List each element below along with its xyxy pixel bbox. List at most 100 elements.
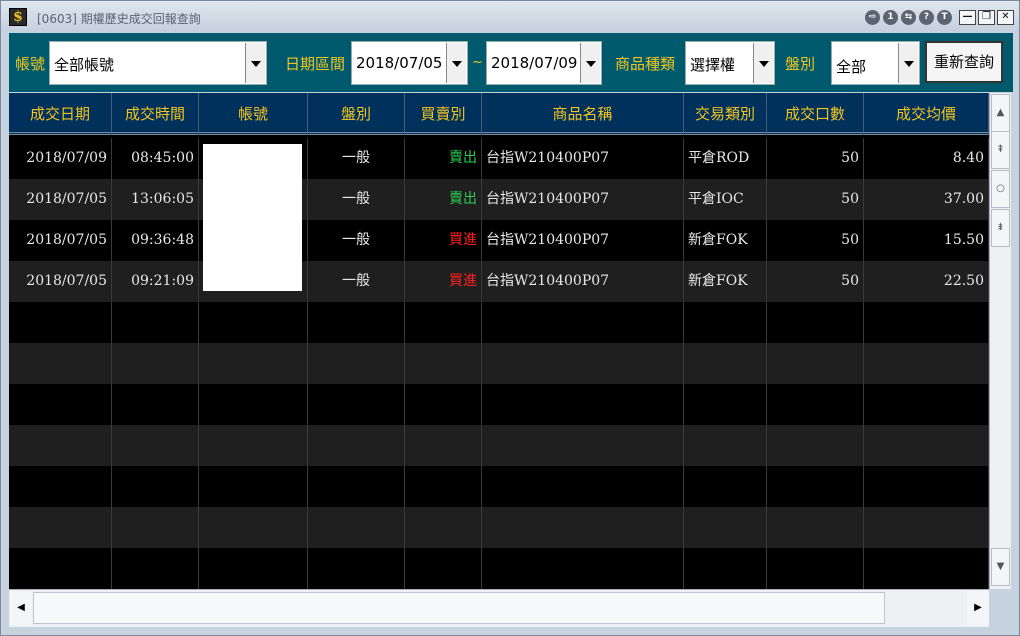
minimize-button[interactable]: — [959, 10, 976, 25]
cell-trade-time: 13:06:05 [112, 179, 199, 220]
restore-button[interactable]: ❐ [978, 10, 995, 25]
session-select[interactable]: 全部 [831, 41, 920, 85]
page-down-icon[interactable]: ⇟ [991, 209, 1010, 247]
cell-quantity: 50 [767, 179, 864, 220]
horizontal-scroll-thumb[interactable] [33, 592, 885, 624]
cell-trade-date: 2018/07/05 [9, 220, 112, 261]
cell-avg-price: 37.00 [864, 179, 989, 220]
cell-side: 買進 [405, 261, 482, 302]
account-select[interactable]: 全部帳號 [49, 41, 267, 85]
window-controls: — ❐ ✕ [959, 10, 1014, 25]
redacted-account-block [203, 144, 302, 291]
cell-quantity: 50 [767, 220, 864, 261]
session-label: 盤別 [785, 55, 816, 73]
cell-side: 賣出 [405, 138, 482, 179]
col-header-quantity[interactable]: 成交口數 [767, 93, 864, 135]
number-one-icon[interactable]: 1 [883, 10, 898, 25]
date-separator: ~ [472, 55, 483, 70]
horizontal-scrollbar[interactable]: ◀ ▶ [9, 589, 989, 627]
date-from-picker[interactable]: 2018/07/05 [351, 41, 468, 85]
col-header-side[interactable]: 買賣別 [405, 93, 482, 135]
table-row[interactable]: 2018/07/09 08:45:00 一般 賣出 台指W210400P07 平… [9, 138, 989, 179]
empty-row [9, 466, 989, 507]
cell-trade-type: 新倉FOK [684, 261, 767, 302]
text-icon[interactable]: T [937, 10, 952, 25]
date-range-label: 日期區間 [285, 55, 346, 73]
chevron-down-icon[interactable] [898, 43, 918, 83]
account-select-value: 全部帳號 [54, 56, 115, 74]
date-to-value: 2018/07/09 [491, 54, 578, 72]
scroll-right-icon[interactable]: ▶ [967, 591, 989, 625]
cell-avg-price: 22.50 [864, 261, 989, 302]
cell-product: 台指W210400P07 [482, 220, 684, 261]
session-value: 全部 [836, 58, 867, 76]
chevron-down-icon[interactable] [580, 43, 600, 83]
cell-trade-type: 平倉IOC [684, 179, 767, 220]
chevron-down-icon[interactable] [245, 43, 265, 83]
cell-side: 賣出 [405, 179, 482, 220]
cell-trade-time: 09:36:48 [112, 220, 199, 261]
cell-side: 買進 [405, 220, 482, 261]
help-icon[interactable]: ? [919, 10, 934, 25]
cell-product: 台指W210400P07 [482, 261, 684, 302]
account-label: 帳號 [15, 55, 46, 73]
product-type-value: 選擇權 [690, 56, 736, 74]
chevron-down-icon[interactable] [446, 43, 466, 83]
cell-trade-time: 09:21:09 [112, 261, 199, 302]
cell-trade-date: 2018/07/05 [9, 261, 112, 302]
close-button[interactable]: ✕ [997, 10, 1014, 25]
table-row[interactable]: 2018/07/05 09:21:09 一般 買進 台指W210400P07 新… [9, 261, 989, 302]
table-row[interactable]: 2018/07/05 09:36:48 一般 買進 台指W210400P07 新… [9, 220, 989, 261]
cell-trade-type: 新倉FOK [684, 220, 767, 261]
cell-session: 一般 [308, 179, 405, 220]
title-tools: ⇨ 1 ⇆ ? T [865, 10, 952, 26]
col-header-product[interactable]: 商品名稱 [482, 93, 684, 135]
cell-session: 一般 [308, 261, 405, 302]
empty-row [9, 548, 989, 589]
empty-row [9, 507, 989, 548]
requery-button[interactable]: 重新查詢 [925, 41, 1003, 83]
product-type-label: 商品種類 [615, 55, 676, 73]
vertical-scrollbar[interactable]: ▲ ⇞ ○ ⇟ ▼ [989, 93, 1011, 589]
cell-quantity: 50 [767, 261, 864, 302]
cell-trade-type: 平倉ROD [684, 138, 767, 179]
col-header-account[interactable]: 帳號 [199, 93, 308, 135]
date-to-picker[interactable]: 2018/07/09 [486, 41, 602, 85]
cell-session: 一般 [308, 220, 405, 261]
swap-icon[interactable]: ⇆ [901, 10, 916, 25]
grid-header: 成交日期 成交時間 帳號 盤別 買賣別 商品名稱 交易類別 成交口數 成交均價 [9, 93, 989, 135]
empty-row [9, 425, 989, 466]
window-title: [0603] 期權歷史成交回報查詢 [37, 12, 201, 26]
col-header-trade-time[interactable]: 成交時間 [112, 93, 199, 135]
col-header-session[interactable]: 盤別 [308, 93, 405, 135]
app-dollar-icon: $ [9, 8, 27, 26]
trade-history-grid: 成交日期 成交時間 帳號 盤別 買賣別 商品名稱 交易類別 成交口數 成交均價 … [9, 93, 989, 589]
table-row[interactable]: 2018/07/05 13:06:05 一般 賣出 台指W210400P07 平… [9, 179, 989, 220]
col-header-trade-type[interactable]: 交易類別 [684, 93, 767, 135]
cell-trade-date: 2018/07/09 [9, 138, 112, 179]
link-icon[interactable]: ⇨ [865, 10, 880, 25]
scroll-center-icon[interactable]: ○ [991, 170, 1010, 208]
query-toolbar: 帳號 全部帳號 日期區間 2018/07/05 ~ 2018/07/09 商品種… [9, 33, 1013, 92]
empty-row [9, 384, 989, 425]
cell-avg-price: 8.40 [864, 138, 989, 179]
product-type-select[interactable]: 選擇權 [685, 41, 775, 85]
cell-trade-date: 2018/07/05 [9, 179, 112, 220]
scroll-left-icon[interactable]: ◀ [10, 591, 32, 625]
col-header-avg-price[interactable]: 成交均價 [864, 93, 989, 135]
cell-session: 一般 [308, 138, 405, 179]
chevron-down-icon[interactable] [753, 43, 773, 83]
date-from-value: 2018/07/05 [356, 54, 443, 72]
scroll-up-icon[interactable]: ▲ [991, 94, 1010, 132]
page-up-icon[interactable]: ⇞ [991, 131, 1010, 169]
app-window: $ [0603] 期權歷史成交回報查詢 ⇨ 1 ⇆ ? T — ❐ ✕ 帳號 全… [0, 0, 1020, 636]
empty-row [9, 302, 989, 343]
cell-product: 台指W210400P07 [482, 179, 684, 220]
cell-quantity: 50 [767, 138, 864, 179]
scroll-down-icon[interactable]: ▼ [991, 548, 1010, 586]
title-bar: $ [0603] 期權歷史成交回報查詢 ⇨ 1 ⇆ ? T — ❐ ✕ [1, 1, 1019, 31]
col-header-trade-date[interactable]: 成交日期 [9, 93, 112, 135]
empty-row [9, 343, 989, 384]
cell-avg-price: 15.50 [864, 220, 989, 261]
cell-product: 台指W210400P07 [482, 138, 684, 179]
